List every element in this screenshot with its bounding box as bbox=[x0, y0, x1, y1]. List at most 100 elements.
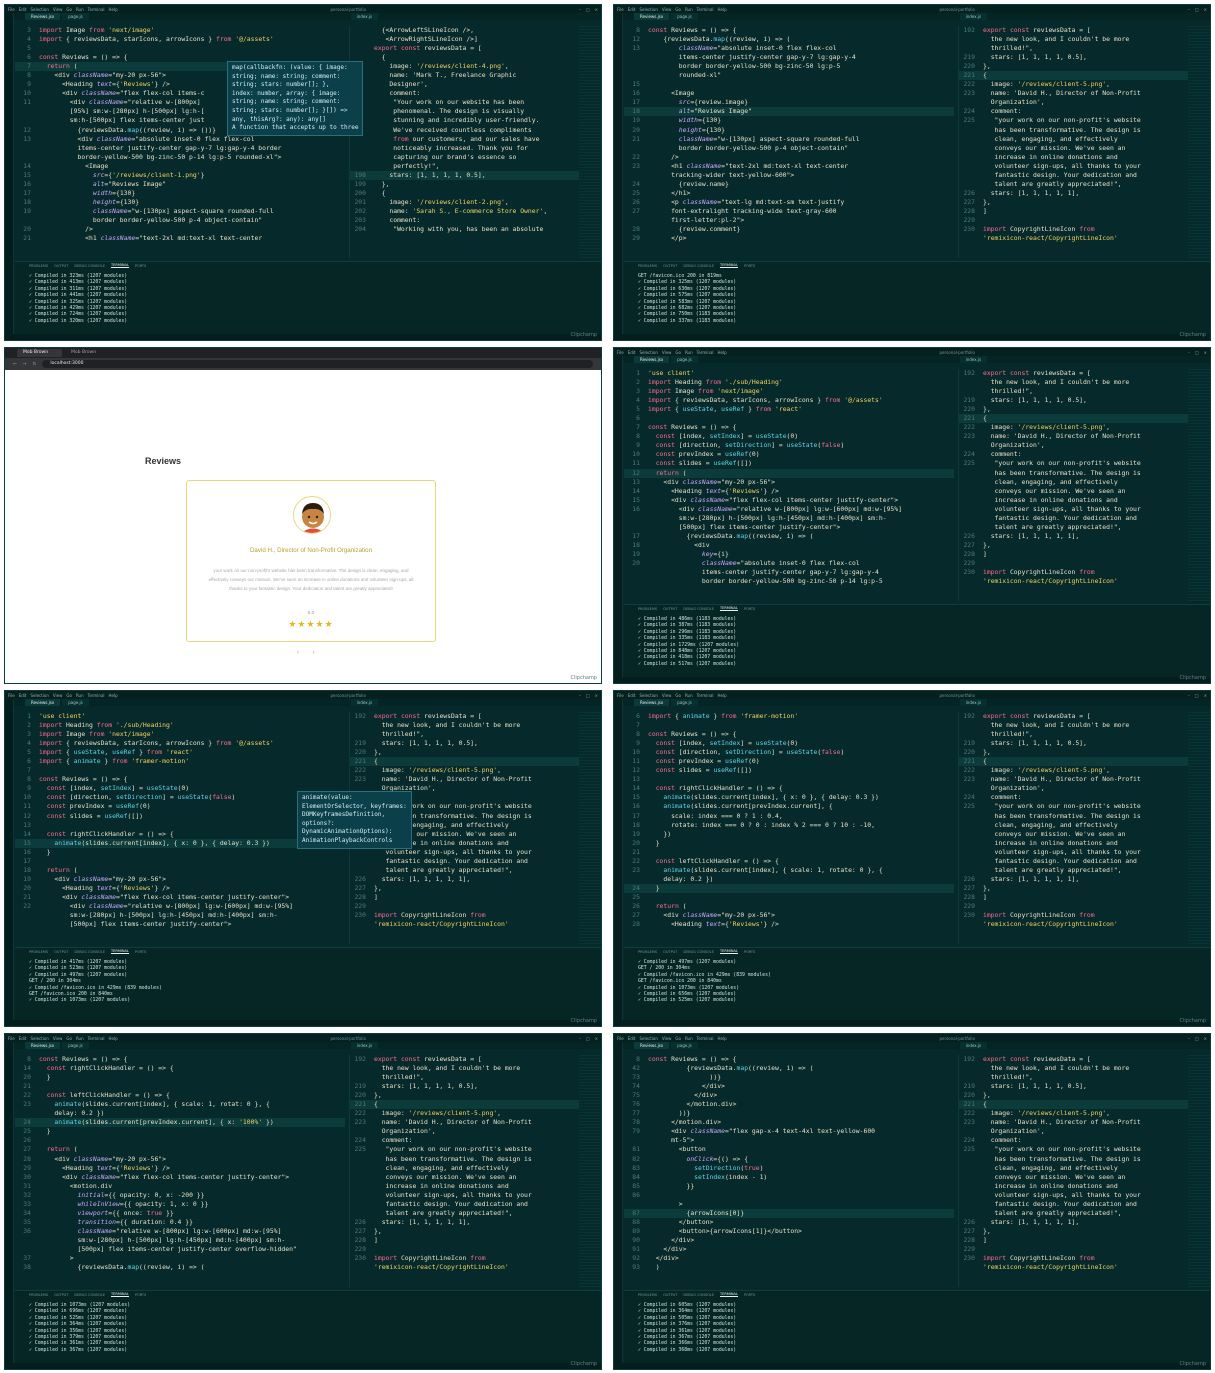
menu-item[interactable]: File bbox=[617, 350, 624, 355]
panel-tab[interactable]: DEBUG CONSOLE bbox=[683, 607, 714, 611]
minimize-icon[interactable]: – bbox=[1188, 350, 1190, 355]
panel-tab[interactable]: OUTPUT bbox=[663, 264, 677, 268]
terminal-panel[interactable]: PROBLEMS OUTPUT DEBUG CONSOLE TERMINAL PORTS… bbox=[624, 261, 1210, 340]
panel-tab[interactable]: PORTS bbox=[135, 1293, 146, 1297]
minimap[interactable] bbox=[1188, 26, 1210, 258]
tab-index-js[interactable]: index.js bbox=[959, 356, 988, 363]
terminal-panel[interactable]: PROBLEMS OUTPUT DEBUG CONSOLE TERMINAL PORTS… bbox=[15, 947, 601, 1026]
minimap[interactable] bbox=[579, 26, 601, 258]
url-input[interactable]: localhost:3000 bbox=[42, 360, 593, 368]
menu-item[interactable]: Help bbox=[718, 7, 727, 12]
tab-index-js[interactable]: index.js bbox=[350, 13, 379, 20]
panel-tab[interactable]: PORTS bbox=[744, 264, 755, 268]
close-icon[interactable]: × bbox=[1204, 7, 1207, 12]
menu-item[interactable]: Terminal bbox=[697, 7, 714, 12]
maximize-icon[interactable]: □ bbox=[1195, 7, 1199, 12]
menu-item[interactable]: Go bbox=[66, 7, 72, 12]
terminal-panel[interactable]: PROBLEMS OUTPUT DEBUG CONSOLE TERMINAL PORTS… bbox=[15, 1290, 601, 1369]
maximize-icon[interactable]: □ bbox=[1195, 350, 1199, 355]
menu-item[interactable]: Terminal bbox=[88, 693, 105, 698]
maximize-icon[interactable]: □ bbox=[1195, 1036, 1199, 1041]
menu-item[interactable]: Go bbox=[675, 693, 681, 698]
menu-item[interactable]: Selection bbox=[30, 7, 48, 12]
back-icon[interactable]: ← bbox=[13, 362, 17, 367]
menu-item[interactable]: View bbox=[662, 1036, 672, 1041]
minimize-icon[interactable]: – bbox=[1188, 1036, 1190, 1041]
menu-item[interactable]: Help bbox=[109, 693, 118, 698]
menu-item[interactable]: Help bbox=[718, 1036, 727, 1041]
menu-item[interactable]: Go bbox=[66, 693, 72, 698]
menu-item[interactable]: Edit bbox=[628, 350, 636, 355]
tab-index-js[interactable]: index.js bbox=[350, 1042, 379, 1049]
maximize-icon[interactable]: □ bbox=[586, 7, 590, 12]
panel-tab[interactable]: OUTPUT bbox=[54, 1293, 68, 1297]
panel-tab[interactable]: PORTS bbox=[135, 264, 146, 268]
tab-page-js[interactable]: page.js bbox=[671, 699, 698, 706]
menu-item[interactable]: View bbox=[53, 693, 63, 698]
minimize-icon[interactable]: – bbox=[1188, 7, 1190, 12]
panel-tab[interactable]: OUTPUT bbox=[663, 607, 677, 611]
close-icon[interactable]: × bbox=[1204, 693, 1207, 698]
minimize-icon[interactable]: – bbox=[579, 1036, 581, 1041]
menu-item[interactable]: Selection bbox=[639, 350, 657, 355]
carousel-arrow-buttons[interactable]: ‹ › bbox=[297, 650, 321, 656]
panel-tab[interactable]: TERMINAL bbox=[720, 949, 738, 954]
terminal-panel[interactable]: PROBLEMS OUTPUT DEBUG CONSOLE TERMINAL PORTS… bbox=[624, 1290, 1210, 1369]
panel-tab[interactable]: DEBUG CONSOLE bbox=[683, 264, 714, 268]
code-editor-left[interactable]: 8 const Reviews = () => {42 {reviewsData.… bbox=[624, 1055, 954, 1287]
minimap[interactable] bbox=[1188, 369, 1210, 601]
menu-item[interactable]: Go bbox=[675, 1036, 681, 1041]
panel-tab[interactable]: TERMINAL bbox=[720, 1292, 738, 1297]
menu-item[interactable]: Edit bbox=[19, 7, 27, 12]
tab-page-js[interactable]: page.js bbox=[62, 1042, 89, 1049]
close-icon[interactable]: × bbox=[1204, 350, 1207, 355]
menu-item[interactable]: File bbox=[8, 7, 15, 12]
minimap[interactable] bbox=[579, 1055, 601, 1287]
tab-reviews-jsx[interactable]: Reviews.jsx bbox=[634, 356, 670, 363]
tab-page-js[interactable]: page.js bbox=[671, 1042, 698, 1049]
menu-item[interactable]: Go bbox=[66, 1036, 72, 1041]
panel-tab[interactable]: DEBUG CONSOLE bbox=[74, 264, 105, 268]
panel-tab[interactable]: DEBUG CONSOLE bbox=[683, 1293, 714, 1297]
menu-item[interactable]: Edit bbox=[19, 693, 27, 698]
menu-item[interactable]: Edit bbox=[628, 7, 636, 12]
panel-tab[interactable]: DEBUG CONSOLE bbox=[683, 950, 714, 954]
code-editor-right[interactable]: 192 export const reviewsData = [ the new … bbox=[958, 1055, 1188, 1287]
menu-item[interactable]: View bbox=[53, 1036, 63, 1041]
tab-reviews-jsx[interactable]: Reviews.jsx bbox=[25, 13, 61, 20]
menu-item[interactable]: Run bbox=[685, 693, 693, 698]
code-editor-left[interactable]: 8 const Reviews = () => {12 {reviewsData.… bbox=[624, 26, 954, 258]
menu-item[interactable]: File bbox=[8, 693, 15, 698]
tab-reviews-jsx[interactable]: Reviews.jsx bbox=[25, 699, 61, 706]
menu-item[interactable]: Run bbox=[76, 693, 84, 698]
maximize-icon[interactable]: □ bbox=[1195, 693, 1199, 698]
panel-tab[interactable]: TERMINAL bbox=[720, 606, 738, 611]
menu-item[interactable]: Edit bbox=[628, 1036, 636, 1041]
menu-item[interactable]: Terminal bbox=[88, 1036, 105, 1041]
menu-item[interactable]: Selection bbox=[639, 7, 657, 12]
code-editor-left[interactable]: 1 'use client' 2 import Heading from './sub… bbox=[15, 712, 345, 944]
minimap[interactable] bbox=[579, 712, 601, 944]
forward-icon[interactable]: → bbox=[23, 362, 27, 367]
menu-item[interactable]: Terminal bbox=[88, 7, 105, 12]
tab-index-js[interactable]: index.js bbox=[959, 699, 988, 706]
panel-tab[interactable]: TERMINAL bbox=[111, 263, 129, 268]
panel-tab[interactable]: PROBLEMS bbox=[638, 264, 657, 268]
menu-item[interactable]: View bbox=[662, 693, 672, 698]
panel-tab[interactable]: PORTS bbox=[135, 950, 146, 954]
minimap[interactable] bbox=[1188, 1055, 1210, 1287]
tab-page-js[interactable]: page.js bbox=[62, 699, 89, 706]
tab-index-js[interactable]: index.js bbox=[959, 1042, 988, 1049]
panel-tab[interactable]: PROBLEMS bbox=[29, 1293, 48, 1297]
code-editor-left[interactable]: 8 const Reviews = () => {14 const rightCl… bbox=[15, 1055, 345, 1287]
terminal-panel[interactable]: PROBLEMS OUTPUT DEBUG CONSOLE TERMINAL PORTS… bbox=[624, 947, 1210, 1026]
menu-item[interactable]: Selection bbox=[30, 693, 48, 698]
menu-item[interactable]: Terminal bbox=[697, 350, 714, 355]
menu-item[interactable]: Selection bbox=[30, 1036, 48, 1041]
minimap[interactable] bbox=[1188, 712, 1210, 944]
panel-tab[interactable]: OUTPUT bbox=[54, 950, 68, 954]
menu-item[interactable]: File bbox=[617, 7, 624, 12]
menu-item[interactable]: Help bbox=[718, 693, 727, 698]
reload-icon[interactable]: ↻ bbox=[33, 362, 37, 367]
code-editor-right[interactable]: 192 export const reviewsData = [ the new … bbox=[958, 26, 1188, 258]
